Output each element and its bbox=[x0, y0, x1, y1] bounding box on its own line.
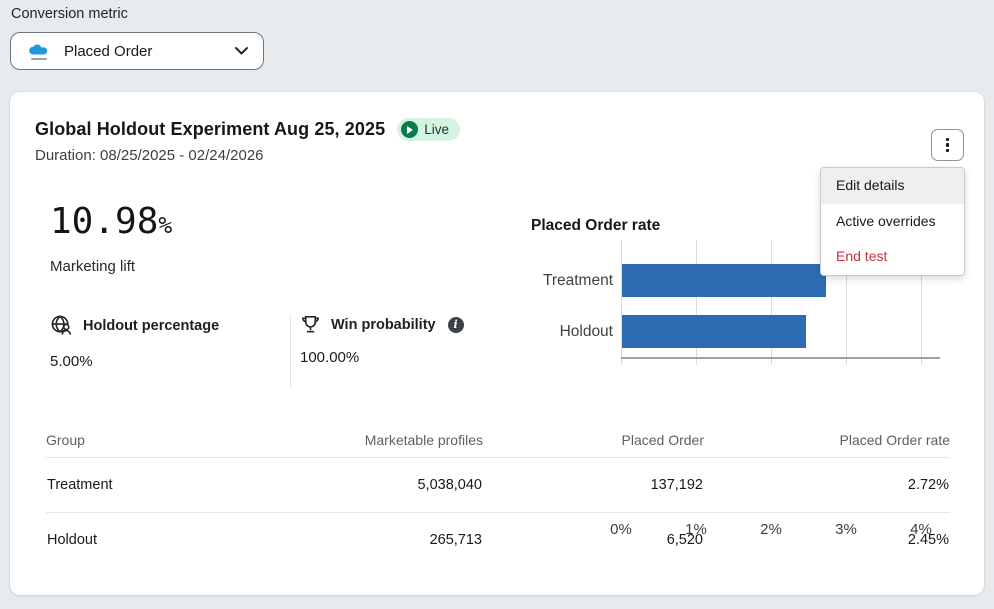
experiment-title: Global Holdout Experiment Aug 25, 2025 bbox=[35, 119, 385, 140]
info-icon[interactable]: i bbox=[448, 317, 464, 333]
table-header-row: GroupMarketable profilesPlaced OrderPlac… bbox=[46, 432, 950, 458]
win-probability-value: 100.00% bbox=[300, 349, 359, 366]
chart-category-label: Treatment bbox=[490, 264, 613, 297]
menu-item-edit-details[interactable]: Edit details bbox=[821, 168, 964, 204]
table-header: Marketable profiles bbox=[226, 432, 483, 458]
menu-item-active-overrides[interactable]: Active overrides bbox=[821, 204, 964, 240]
kebab-icon bbox=[946, 138, 949, 141]
table-header: Placed Order rate bbox=[704, 432, 950, 458]
win-probability-header: Win probability i bbox=[300, 314, 464, 335]
chart-category-label: Holdout bbox=[490, 315, 613, 348]
bar-holdout bbox=[622, 315, 806, 348]
conversion-metric-select[interactable]: Placed Order bbox=[10, 32, 264, 70]
conversion-metric-value: Placed Order bbox=[64, 43, 152, 60]
integration-cloud-icon bbox=[27, 43, 51, 60]
chevron-down-icon bbox=[234, 46, 249, 56]
table-cell: 5,038,040 bbox=[226, 458, 483, 513]
menu-item-end-test[interactable]: End test bbox=[821, 239, 964, 275]
x-axis bbox=[621, 357, 940, 359]
results-table: GroupMarketable profilesPlaced OrderPlac… bbox=[46, 432, 950, 567]
table-body: Treatment5,038,040137,1922.72%Holdout265… bbox=[46, 458, 950, 568]
actions-menu: Edit detailsActive overridesEnd test bbox=[820, 167, 965, 276]
holdout-percentage-value: 5.00% bbox=[50, 353, 93, 370]
audience-globe-icon bbox=[50, 314, 73, 337]
table-row: Holdout265,7136,5202.45% bbox=[46, 513, 950, 568]
experiment-card: Global Holdout Experiment Aug 25, 2025 L… bbox=[10, 92, 984, 595]
holdout-percentage-label: Holdout percentage bbox=[83, 318, 219, 334]
table-cell: Holdout bbox=[46, 513, 226, 568]
bar-treatment bbox=[622, 264, 826, 297]
marketing-lift-label: Marketing lift bbox=[50, 258, 135, 275]
table-cell: 137,192 bbox=[483, 458, 704, 513]
table-header: Group bbox=[46, 432, 226, 458]
table-header: Placed Order bbox=[483, 432, 704, 458]
trophy-icon bbox=[300, 314, 321, 335]
table-cell: 265,713 bbox=[226, 513, 483, 568]
table-cell: 6,520 bbox=[483, 513, 704, 568]
play-icon bbox=[401, 121, 418, 138]
conversion-metric-label: Conversion metric bbox=[11, 6, 128, 22]
marketing-lift-value: 10.98% bbox=[50, 201, 172, 242]
experiment-header: Global Holdout Experiment Aug 25, 2025 L… bbox=[35, 118, 460, 141]
table-cell: 2.72% bbox=[704, 458, 950, 513]
table-row: Treatment5,038,040137,1922.72% bbox=[46, 458, 950, 513]
holdout-percentage-header: Holdout percentage bbox=[50, 314, 219, 337]
win-probability-label: Win probability bbox=[331, 317, 436, 333]
table-cell: Treatment bbox=[46, 458, 226, 513]
chart-title: Placed Order rate bbox=[531, 217, 660, 235]
experiment-duration: Duration: 08/25/2025 - 02/24/2026 bbox=[35, 147, 264, 164]
status-badge: Live bbox=[397, 118, 460, 141]
table-cell: 2.45% bbox=[704, 513, 950, 568]
status-badge-label: Live bbox=[424, 122, 449, 137]
more-actions-button[interactable] bbox=[931, 129, 964, 161]
stat-divider bbox=[290, 314, 291, 388]
